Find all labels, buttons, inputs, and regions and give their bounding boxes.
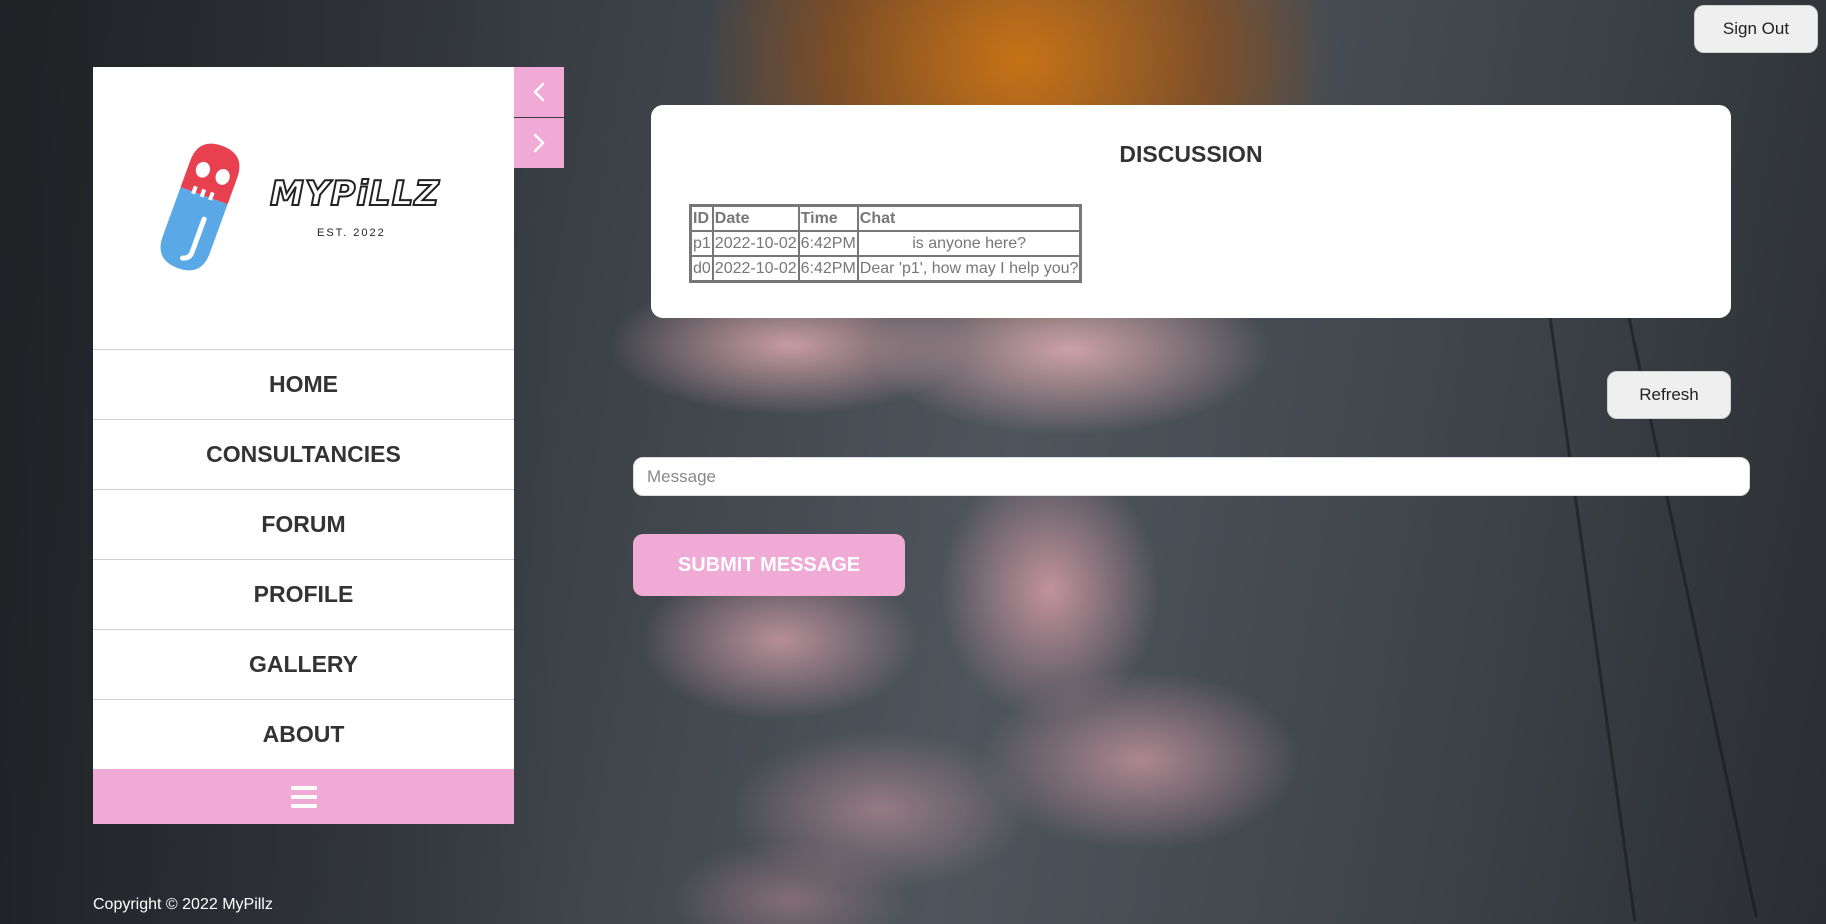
menu-toggle-button[interactable] <box>93 769 514 824</box>
logo-wordmark: MYPiLLZ <box>269 173 441 215</box>
refresh-button[interactable]: Refresh <box>1607 371 1731 419</box>
cell-chat: is anyone here? <box>857 231 1081 256</box>
sign-out-button[interactable]: Sign Out <box>1694 5 1818 53</box>
chevron-left-icon <box>533 82 545 102</box>
nav-item-profile[interactable]: PROFILE <box>93 560 514 630</box>
logo[interactable]: MYPiLLZ EST. 2022 <box>93 67 514 350</box>
sidebar: MYPiLLZ EST. 2022 HOME CONSULTANCIES FOR… <box>93 67 514 824</box>
cell-chat: Dear 'p1', how may I help you? <box>857 256 1081 281</box>
column-header-chat: Chat <box>857 206 1081 231</box>
nav-item-gallery[interactable]: GALLERY <box>93 630 514 700</box>
nav-item-forum[interactable]: FORUM <box>93 490 514 560</box>
copyright-text: Copyright © 2022 MyPillz <box>93 896 273 913</box>
cell-id: p1 <box>691 231 713 256</box>
pill-skull-logo-icon <box>160 143 240 271</box>
cell-date: 2022-10-02 <box>712 231 799 256</box>
sidebar-next-button[interactable] <box>514 118 564 168</box>
table-header-row: ID Date Time Chat <box>691 206 1081 231</box>
nav-item-about[interactable]: ABOUT <box>93 700 514 770</box>
sidebar-prev-button[interactable] <box>514 67 564 117</box>
nav-item-consultancies[interactable]: CONSULTANCIES <box>93 420 514 490</box>
cell-id: d0 <box>691 256 713 281</box>
discussion-title: DISCUSSION <box>1119 141 1263 167</box>
cell-time: 6:42PM <box>798 231 858 256</box>
cell-time: 6:42PM <box>798 256 858 281</box>
discussion-card: DISCUSSION ID Date Time Chat p1 2022-10-… <box>651 105 1731 318</box>
nav-item-home[interactable]: HOME <box>93 350 514 420</box>
column-header-id: ID <box>691 206 713 231</box>
cell-date: 2022-10-02 <box>712 256 799 281</box>
message-input[interactable] <box>633 457 1750 496</box>
table-row: p1 2022-10-02 6:42PM is anyone here? <box>691 231 1081 256</box>
logo-tagline: EST. 2022 <box>317 227 386 239</box>
table-row: d0 2022-10-02 6:42PM Dear 'p1', how may … <box>691 256 1081 281</box>
discussion-table: ID Date Time Chat p1 2022-10-02 6:42PM i… <box>689 204 1083 283</box>
chevron-right-icon <box>533 133 545 153</box>
hamburger-icon <box>290 785 317 808</box>
column-header-time: Time <box>798 206 858 231</box>
column-header-date: Date <box>712 206 799 231</box>
submit-message-button[interactable]: SUBMIT MESSAGE <box>633 534 905 596</box>
